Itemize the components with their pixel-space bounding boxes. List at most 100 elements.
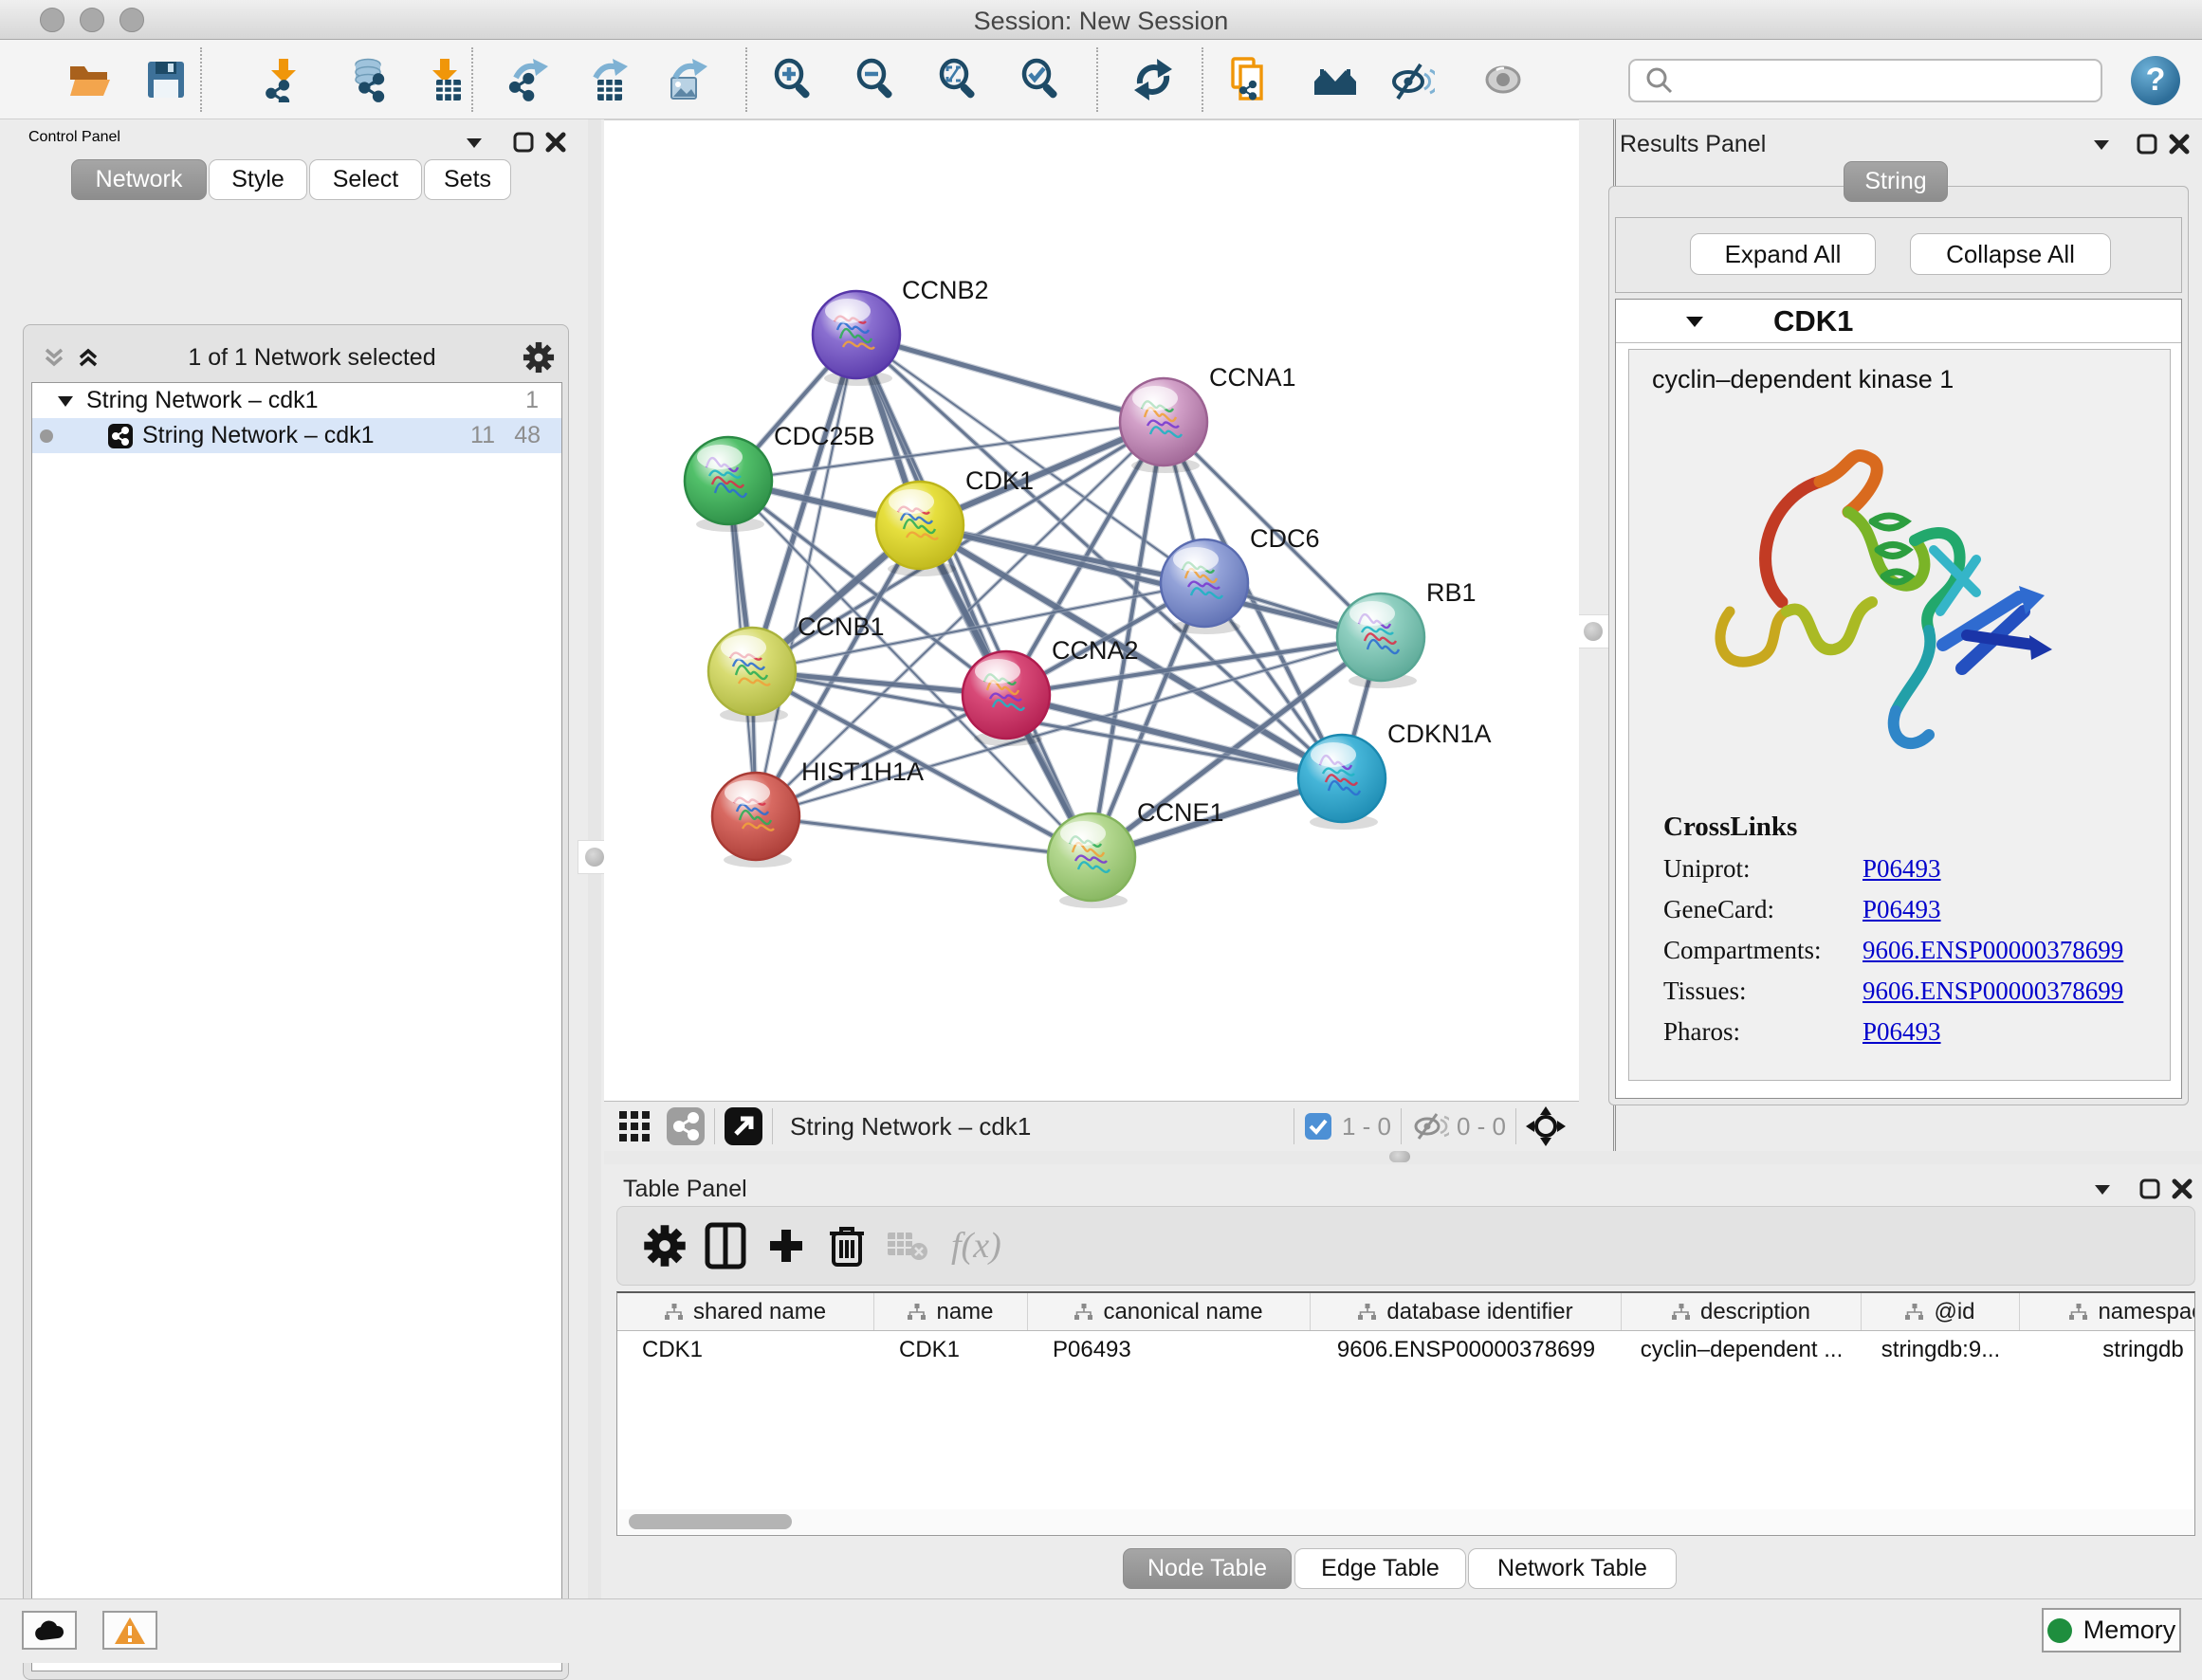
crosslink-link[interactable]: P06493 (1863, 854, 1941, 884)
tree-expander-icon[interactable] (56, 393, 75, 409)
crosslink-link[interactable]: 9606.ENSP00000378699 (1863, 977, 2123, 1006)
network-thumbnail-icon[interactable] (667, 1107, 705, 1145)
table-hscrollbar[interactable] (618, 1509, 2193, 1534)
node-CCNB1[interactable] (708, 628, 796, 722)
grid-view-icon[interactable] (617, 1109, 651, 1143)
export-image-icon[interactable] (658, 51, 715, 108)
crosslink-row: Tissues:9606.ENSP00000378699 (1663, 977, 2170, 1006)
columns-icon[interactable] (695, 1215, 756, 1276)
search-input[interactable] (1628, 59, 2102, 102)
collapse-section-icon[interactable] (1684, 314, 1705, 329)
warning-button[interactable] (102, 1611, 157, 1650)
node-HIST1H1A[interactable] (712, 773, 799, 867)
bottom-splitter[interactable] (604, 1151, 2202, 1164)
hide-eye-icon[interactable] (1384, 51, 1440, 108)
crosslink-link[interactable]: 9606.ENSP00000378699 (1863, 936, 2123, 965)
toolbar-separator (1202, 47, 1203, 112)
tab-string[interactable]: String (1844, 161, 1948, 202)
export-network-icon[interactable] (499, 51, 556, 108)
edge-HIST1H1A-CCNE1[interactable] (756, 816, 1092, 857)
import-network-icon[interactable] (256, 51, 313, 108)
node-CCNE1[interactable] (1048, 813, 1135, 908)
column-header-namespace[interactable]: namespace (2020, 1293, 2195, 1330)
column-header-description[interactable]: description (1622, 1293, 1862, 1330)
column-type-icon (1905, 1304, 1924, 1321)
left-splitter[interactable] (588, 119, 601, 1598)
birds-eye-view-icon[interactable] (725, 1107, 762, 1145)
collection-count: 1 (525, 387, 539, 414)
column-header-name[interactable]: name (874, 1293, 1028, 1330)
node-CDKN1A[interactable] (1298, 735, 1385, 830)
refresh-icon[interactable] (1125, 51, 1182, 108)
fit-selected-crosshair-icon[interactable] (1526, 1106, 1566, 1146)
tab-network-table[interactable]: Network Table (1468, 1548, 1677, 1589)
zoom-in-icon[interactable] (764, 51, 821, 108)
tab-node-table[interactable]: Node Table (1123, 1548, 1292, 1589)
panel-menu-icon[interactable] (2090, 137, 2113, 152)
import-table-icon[interactable] (417, 51, 474, 108)
node-count: 11 (470, 422, 495, 449)
zoom-out-icon[interactable] (847, 51, 904, 108)
tab-sets[interactable]: Sets (424, 159, 511, 200)
panel-menu-icon[interactable] (2091, 1181, 2114, 1196)
add-icon[interactable] (756, 1215, 817, 1276)
column-type-icon (1672, 1304, 1691, 1321)
node-table[interactable]: shared namenamecanonical name database id… (616, 1291, 2195, 1536)
crosslink-link[interactable]: P06493 (1863, 895, 1941, 924)
node-label-CDK1: CDK1 (965, 466, 1034, 495)
column-header-database-identifier[interactable]: database identifier (1311, 1293, 1622, 1330)
crosslink-link[interactable]: P06493 (1863, 1017, 1941, 1047)
help-button[interactable]: ? (2131, 56, 2180, 105)
network-row[interactable]: String Network – cdk1 11 48 (32, 418, 561, 453)
memory-label: Memory (2083, 1616, 2176, 1645)
open-session-icon[interactable] (62, 51, 119, 108)
hidden-eye-icon[interactable] (1411, 1110, 1449, 1142)
node-CDC6[interactable] (1161, 539, 1248, 634)
save-session-icon[interactable] (138, 51, 194, 108)
node-CDC25B[interactable] (685, 437, 772, 532)
selected-checkbox-icon[interactable] (1304, 1112, 1332, 1141)
import-network-database-icon[interactable] (346, 51, 403, 108)
memory-button[interactable]: Memory (2042, 1608, 2181, 1653)
home-icon[interactable] (1307, 51, 1364, 108)
expand-all-icon[interactable] (75, 344, 101, 371)
column-header-canonical-name[interactable]: canonical name (1028, 1293, 1311, 1330)
network-canvas[interactable]: CCNB2 CCNA1 CDC25B CDK1 CDC6 (604, 119, 1579, 1101)
network-type-icon (108, 424, 133, 448)
delete-icon[interactable] (817, 1215, 877, 1276)
tab-edge-table[interactable]: Edge Table (1294, 1548, 1466, 1589)
table-hscrollbar-thumb[interactable] (629, 1514, 792, 1529)
column-header-shared-name[interactable]: shared name (617, 1293, 874, 1330)
edge-CCNB2-HIST1H1A[interactable] (756, 335, 856, 816)
table-row[interactable]: CDK1CDK1P064939606.ENSP00000378699cyclin… (617, 1331, 2194, 1369)
node-RB1[interactable] (1337, 593, 1424, 688)
column-header-label: database identifier (1386, 1299, 1572, 1325)
cloud-button[interactable] (22, 1611, 77, 1650)
tab-style[interactable]: Style (209, 159, 307, 200)
panel-menu-icon[interactable] (463, 135, 486, 150)
panel-close-icon[interactable] (544, 131, 567, 154)
panel-float-icon[interactable] (2136, 133, 2158, 155)
toolbar-separator (1096, 47, 1098, 112)
node-label-CCNA1: CCNA1 (1209, 363, 1296, 392)
panel-close-icon[interactable] (2168, 133, 2191, 155)
collapse-all-button[interactable]: Collapse All (1910, 233, 2111, 275)
panel-close-icon[interactable] (2171, 1178, 2193, 1200)
gear-icon[interactable] (634, 1215, 695, 1276)
tab-network[interactable]: Network (71, 159, 207, 200)
network-collection-row[interactable]: String Network – cdk1 1 (32, 383, 561, 418)
hidden-counts: 0 - 0 (1457, 1112, 1506, 1141)
panel-float-icon[interactable] (512, 131, 535, 154)
expand-all-button[interactable]: Expand All (1690, 233, 1876, 275)
node-CCNA1[interactable] (1120, 378, 1207, 473)
panel-float-icon[interactable] (2138, 1178, 2161, 1200)
zoom-fit-icon[interactable] (929, 51, 986, 108)
collapse-all-icon[interactable] (41, 344, 67, 371)
open-cybrowser-icon[interactable] (1221, 51, 1278, 108)
gear-icon[interactable] (523, 341, 555, 374)
export-table-icon[interactable] (578, 51, 635, 108)
zoom-selected-icon[interactable] (1012, 51, 1069, 108)
tab-select[interactable]: Select (309, 159, 422, 200)
network-label: String Network – cdk1 (142, 422, 375, 449)
column-header-@id[interactable]: @id (1862, 1293, 2020, 1330)
